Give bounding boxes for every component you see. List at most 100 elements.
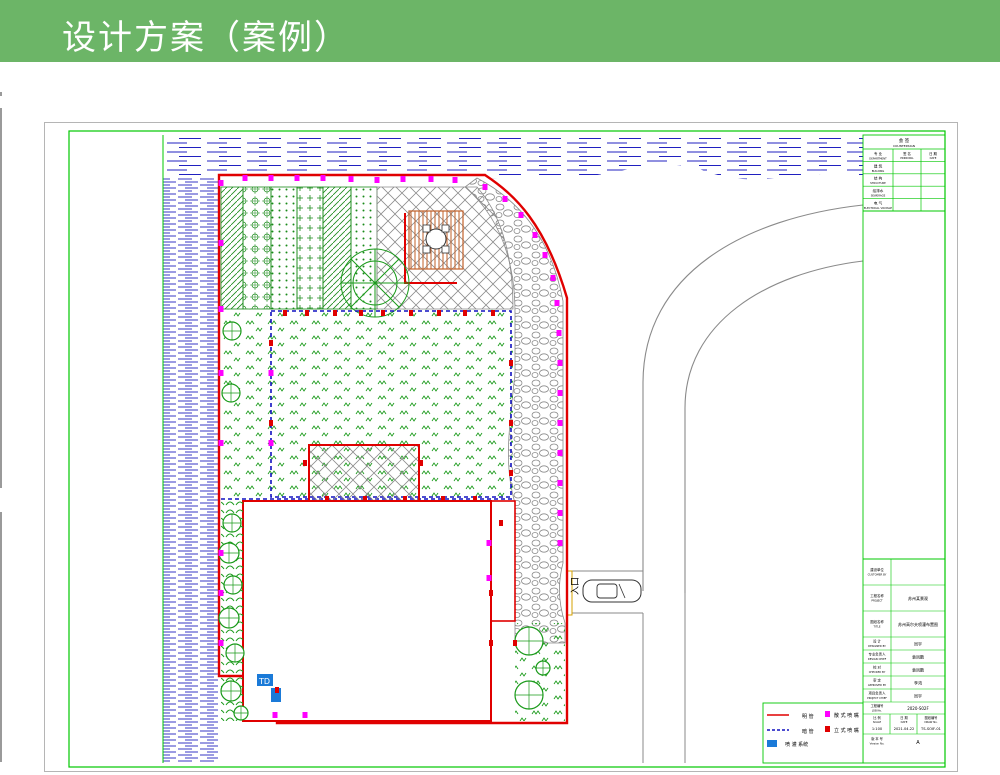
legend-label: 明 管 xyxy=(802,713,814,720)
red-sprinkler-icon xyxy=(463,310,467,316)
page-title: 设计方案（案例） xyxy=(62,18,350,58)
scale-row-value: TS-SOIF-01 xyxy=(920,727,941,731)
entrance-label: 入口 xyxy=(570,577,581,595)
version-label: 版 本 号 xyxy=(871,736,883,741)
legend-label: 立 式 喷 嘴 xyxy=(834,727,859,734)
magenta-sprinkler-icon xyxy=(302,712,308,718)
scale-row-label-en: DATE xyxy=(901,720,908,724)
countersign-row-label: 结 构 xyxy=(874,176,883,181)
red-sprinkler-icon xyxy=(499,520,503,526)
planting-strip xyxy=(220,186,244,310)
red-sprinkler-icon xyxy=(275,687,279,693)
legend-label: 喷 灌 系统 xyxy=(785,741,808,748)
magenta-sprinkler-icon xyxy=(272,712,278,718)
version-label-en: Version No. xyxy=(870,742,885,746)
magenta-sprinkler-icon xyxy=(428,176,434,182)
table-set-icon xyxy=(422,224,450,254)
info-row-label-en: APPROVED BY xyxy=(868,683,887,687)
countersign-row-label: 专 业 xyxy=(874,151,883,156)
magenta-sprinkler-icon xyxy=(825,711,830,717)
magenta-sprinkler-icon xyxy=(550,275,556,281)
red-sprinkler-icon xyxy=(509,420,513,426)
countersign-col-label: 签 名 xyxy=(903,151,911,156)
magenta-sprinkler-icon xyxy=(268,370,274,376)
info-row-label-en: PROJECT xyxy=(871,599,883,603)
magenta-sprinkler-icon xyxy=(268,440,274,446)
legend-label: 暗 管 xyxy=(802,728,814,735)
scale-row-label-en: SCALE xyxy=(873,720,882,724)
planting-strip xyxy=(242,186,272,310)
magenta-sprinkler-icon xyxy=(320,175,326,181)
magenta-sprinkler-icon xyxy=(374,177,380,183)
magenta-sprinkler-icon xyxy=(218,240,224,246)
info-row-label-en: CHECKED BY xyxy=(869,670,886,674)
info-row-label-en: DESIGN CHIEF xyxy=(868,657,887,661)
magenta-sprinkler-icon xyxy=(557,420,563,426)
shrub-icon xyxy=(223,575,243,595)
magenta-sprinkler-icon xyxy=(554,300,560,306)
magenta-sprinkler-icon xyxy=(218,370,224,376)
paved-court xyxy=(308,444,420,502)
red-sprinkler-icon xyxy=(303,460,307,466)
countersign-header-en: COUNTERSIGN xyxy=(893,144,915,148)
title-banner: 设计方案（案例） xyxy=(0,0,1000,62)
magenta-sprinkler-icon xyxy=(218,550,224,556)
red-sprinkler-icon xyxy=(409,310,413,316)
magenta-sprinkler-icon xyxy=(502,196,508,202)
left-edge-mark xyxy=(0,92,2,96)
magenta-sprinkler-icon xyxy=(218,640,224,646)
red-sprinkler-icon xyxy=(325,496,329,502)
planting-strip xyxy=(296,186,324,310)
shrub-icon xyxy=(535,660,551,676)
info-row-value: 苏州高尔夫喷灌布置图 xyxy=(898,621,938,627)
car-icon xyxy=(582,579,642,603)
scale-row-label: 比 例 xyxy=(873,715,880,720)
red-sprinkler-icon xyxy=(269,420,273,426)
shrub-icon xyxy=(218,607,240,629)
irrigation-plan-drawing: 入口 TD 会 签COUNTERSIGN专 业DEPARTMENT建 筑BUIL… xyxy=(68,130,946,768)
road-edge-inner xyxy=(642,204,864,591)
info-row-label-en: CUSTOMER BY xyxy=(868,573,887,577)
info-row-label-en: PROJECT CHIEF xyxy=(867,696,887,700)
info-row-label-en: DESIGNED BY xyxy=(868,644,886,648)
red-sprinkler-icon xyxy=(473,496,477,502)
info-row-value: 苏州某景观 xyxy=(908,595,928,601)
magenta-sprinkler-icon xyxy=(218,306,224,312)
red-sprinkler-icon xyxy=(489,590,493,596)
magenta-sprinkler-icon xyxy=(518,212,524,218)
magenta-sprinkler-icon xyxy=(294,175,300,181)
water-body-top xyxy=(163,135,863,180)
magenta-sprinkler-icon xyxy=(268,175,274,181)
drawing-sheet: 入口 TD 会 签 COUNTERSIGN 专 业 DEPARTMENT 建 筑… xyxy=(44,122,958,772)
shrub-icon xyxy=(514,680,544,710)
countersign-col-label-en: DATE xyxy=(930,156,937,160)
info-row-label: 审 定 xyxy=(873,678,881,683)
magenta-sprinkler-icon xyxy=(486,540,492,546)
countersign-row-label-en: STRUCTURE xyxy=(870,181,886,185)
magenta-sprinkler-icon xyxy=(557,450,563,456)
magenta-sprinkler-icon xyxy=(542,252,548,258)
version-value: A xyxy=(916,740,920,746)
road-edge-outer xyxy=(684,260,864,593)
red-sprinkler-icon xyxy=(419,460,423,466)
countersign-row-label-en: ELECTRICAL VOLTAGE xyxy=(864,206,893,210)
countersign-col-label: 日 期 xyxy=(929,151,937,156)
red-sprinkler-icon xyxy=(381,310,385,316)
planting-strip xyxy=(270,186,298,310)
red-sprinkler-icon xyxy=(363,496,367,502)
red-sprinkler-icon xyxy=(825,726,830,732)
scale-row-label: 日 期 xyxy=(900,715,907,720)
job-label: 工程编号 xyxy=(871,703,884,708)
countersign-row-label: 建 筑 xyxy=(874,163,883,168)
countersign-row-label: 电 气 xyxy=(874,201,883,206)
countersign-row-label-en: BUILDING xyxy=(872,169,885,173)
countersign-row-label-en: DEPARTMENT xyxy=(869,156,887,160)
magenta-sprinkler-icon xyxy=(218,440,224,446)
shrub-icon xyxy=(225,643,245,663)
magenta-sprinkler-icon xyxy=(482,184,488,190)
info-row-label: 项目负责人 xyxy=(869,691,887,696)
magenta-sprinkler-icon xyxy=(218,180,224,186)
info-row-value: 同宇 xyxy=(914,693,922,699)
countersign-row-label: 给排水 xyxy=(873,188,884,193)
magenta-sprinkler-icon xyxy=(348,176,354,182)
